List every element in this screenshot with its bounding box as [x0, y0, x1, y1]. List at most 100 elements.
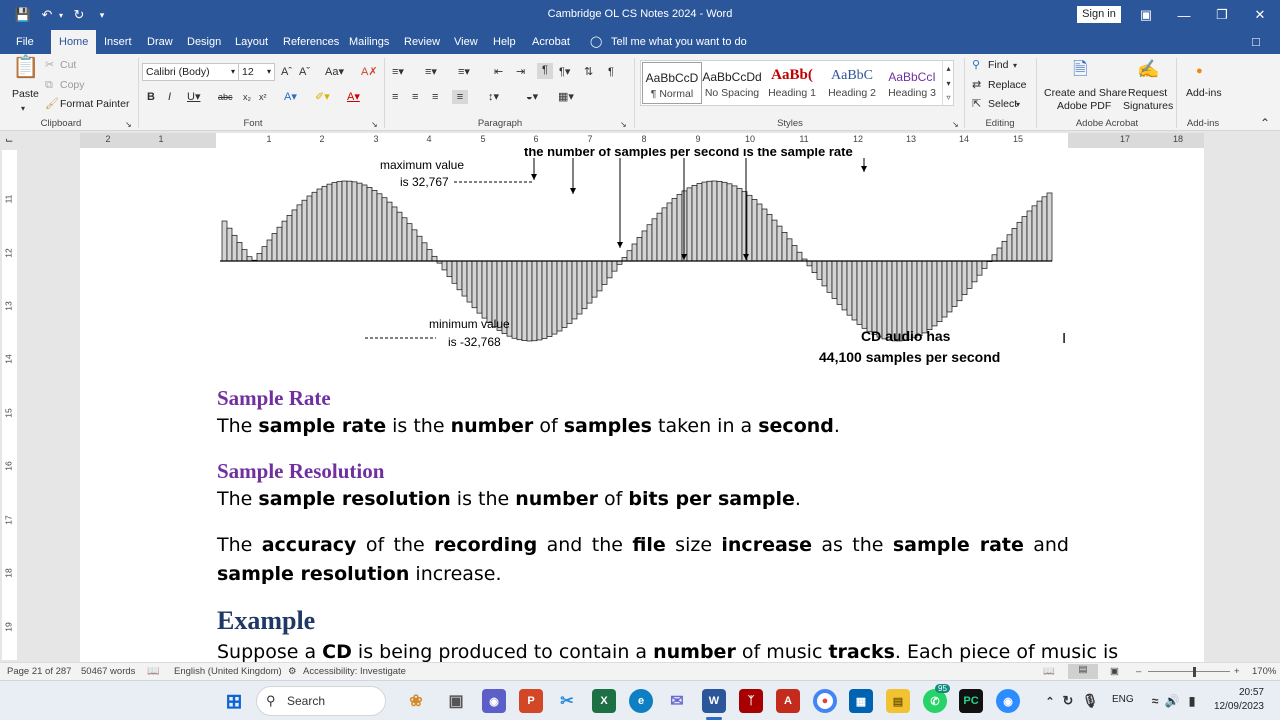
widget-art-icon[interactable]: ❀ — [396, 689, 436, 713]
decrease-indent-icon[interactable]: ⇤ — [494, 65, 503, 79]
style-heading-1[interactable]: AaBb(Heading 1 — [762, 62, 822, 104]
sort-icon[interactable]: ⇅ — [584, 65, 593, 79]
create-share-pdf-button[interactable]: Create and Share — [1044, 87, 1127, 99]
request-signatures-button-line2[interactable]: Signatures — [1123, 100, 1173, 112]
clear-formatting-icon[interactable]: A✗ — [361, 65, 378, 79]
tab-draw[interactable]: Draw — [147, 30, 173, 54]
tab-home[interactable]: Home — [51, 30, 97, 54]
find-dropdown-icon[interactable]: ▾ — [1013, 59, 1017, 73]
sign-in-button[interactable]: Sign in — [1077, 6, 1121, 23]
bullets-icon[interactable]: ≡▾ — [392, 65, 404, 79]
superscript-icon[interactable]: x² — [259, 90, 267, 104]
paste-button[interactable]: Paste — [12, 88, 39, 100]
styles-scroll-up-icon[interactable]: ▴ — [942, 61, 954, 76]
zoom-slider[interactable] — [1148, 671, 1230, 672]
select-dropdown-icon[interactable]: ▾ — [1016, 98, 1020, 112]
tell-me-search[interactable]: Tell me what you want to do — [611, 30, 747, 54]
increase-indent-icon[interactable]: ⇥ — [516, 65, 525, 79]
align-left-icon[interactable]: ≡ — [392, 90, 398, 104]
mail-icon[interactable]: ✉ — [665, 689, 689, 713]
cut-button[interactable]: Cut — [60, 59, 76, 71]
change-case-icon[interactable]: Aa▾ — [325, 65, 344, 79]
snipping-tool-icon[interactable]: ✂ — [555, 689, 579, 713]
acrobat-reader-icon[interactable]: ᛉ — [739, 689, 763, 713]
vertical-ruler[interactable]: 11 12 13 14 15 16 17 18 19 — [2, 150, 17, 660]
shrink-font-icon[interactable]: Aˇ — [299, 65, 310, 79]
multilevel-list-icon[interactable]: ≡▾ — [458, 65, 470, 79]
font-name-select[interactable]: Calibri (Body) ▾ — [142, 63, 239, 81]
file-explorer-icon[interactable]: ▤ — [886, 689, 910, 713]
redo-icon[interactable]: ↻ — [70, 0, 88, 30]
zoom-out-icon[interactable]: – — [1136, 666, 1141, 677]
styles-scroll-down-icon[interactable]: ▾ — [942, 76, 954, 91]
word-count[interactable]: 50467 words — [81, 666, 135, 677]
strikethrough-icon[interactable]: abc — [218, 90, 233, 104]
microphone-icon[interactable]: 🎙 — [1078, 689, 1102, 713]
italic-icon[interactable]: I — [168, 90, 171, 104]
zoom-level[interactable]: 170% — [1252, 666, 1276, 677]
comments-icon[interactable]: □ — [1252, 30, 1260, 54]
start-icon[interactable]: ⊞ — [222, 689, 246, 713]
onedrive-sync-icon[interactable]: ↻ — [1056, 689, 1080, 713]
close-button[interactable]: ✕ — [1242, 0, 1278, 30]
text-effects-icon[interactable]: A▾ — [284, 90, 297, 104]
customize-quick-access-icon[interactable]: ▾ — [96, 0, 108, 30]
style-heading-2[interactable]: AaBbC Heading 2 — [822, 62, 882, 104]
show-formatting-icon[interactable]: ¶ — [608, 65, 614, 79]
bold-icon[interactable]: B — [147, 90, 155, 104]
ribbon-display-options-icon[interactable]: ▣ — [1128, 0, 1164, 30]
tab-references[interactable]: References — [283, 30, 339, 54]
read-mode-icon[interactable]: 📖 — [1043, 666, 1055, 677]
maximize-button[interactable]: ❐ — [1204, 0, 1240, 30]
save-icon[interactable]: 💾 — [12, 0, 34, 30]
tab-review[interactable]: Review — [404, 30, 440, 54]
battery-icon[interactable]: ▮ — [1180, 689, 1204, 713]
document-page[interactable]: the number of samples per second is the … — [80, 148, 1204, 662]
zoom-slider-thumb[interactable] — [1193, 667, 1196, 677]
input-language[interactable]: ENG — [1112, 694, 1134, 705]
styles-more-icon[interactable]: ▿ — [942, 91, 954, 105]
word-icon[interactable]: W — [702, 689, 726, 713]
excel-icon[interactable]: X — [592, 689, 616, 713]
paragraph-launcher-icon[interactable]: ↘ — [620, 118, 627, 132]
horizontal-ruler[interactable]: 2 1 1 2 3 4 5 6 7 8 9 10 11 12 13 14 15 17 18 — [80, 133, 1204, 148]
paste-dropdown-icon[interactable]: ▾ — [21, 102, 25, 116]
proofing-icon[interactable]: 📖 — [147, 666, 159, 677]
minimize-button[interactable]: — — [1166, 0, 1202, 30]
style-heading-3[interactable]: AaBbCcI Heading 3 — [882, 62, 942, 104]
style-no-spacing[interactable]: AaBbCcDd No Spacing — [702, 62, 762, 104]
tab-view[interactable]: View — [454, 30, 478, 54]
ltr-icon[interactable]: ¶ — [537, 63, 553, 79]
subscript-icon[interactable]: x₂ — [243, 90, 251, 104]
task-view-icon[interactable]: ▣ — [444, 689, 468, 713]
style-normal[interactable]: AaBbCcD ¶ Normal — [642, 62, 702, 104]
collapse-ribbon-icon[interactable]: ⌃ — [1260, 116, 1270, 130]
teams-icon[interactable]: ◉ — [482, 689, 506, 713]
taskbar-search[interactable]: ⚲ Search — [256, 686, 386, 716]
tab-selector-icon[interactable]: ⌙ — [5, 134, 13, 148]
copy-button[interactable]: Copy — [60, 79, 85, 91]
store-icon[interactable]: ▦ — [849, 689, 873, 713]
tab-acrobat[interactable]: Acrobat — [532, 30, 570, 54]
format-painter-button[interactable]: Format Painter — [60, 98, 129, 110]
create-share-pdf-button-line2[interactable]: Adobe PDF — [1057, 100, 1111, 112]
rtl-icon[interactable]: ¶▾ — [559, 65, 570, 79]
highlight-icon[interactable]: ✐▾ — [315, 90, 330, 104]
font-launcher-icon[interactable]: ↘ — [371, 118, 378, 132]
zoom-app-icon[interactable]: ◉ — [996, 689, 1020, 713]
tab-insert[interactable]: Insert — [104, 30, 132, 54]
line-spacing-icon[interactable]: ↕▾ — [488, 90, 499, 104]
styles-launcher-icon[interactable]: ↘ — [952, 118, 959, 132]
language[interactable]: English (United Kingdom) — [174, 666, 282, 677]
borders-icon[interactable]: ▦▾ — [558, 90, 574, 104]
align-right-icon[interactable]: ≡ — [432, 90, 438, 104]
select-button[interactable]: Select — [988, 98, 1017, 110]
acrobat-icon[interactable]: A — [776, 689, 800, 713]
find-button[interactable]: Find — [988, 59, 1008, 71]
tab-mailings[interactable]: Mailings — [349, 30, 389, 54]
font-color-icon[interactable]: A▾ — [347, 90, 360, 104]
powerpoint-icon[interactable]: P — [519, 689, 543, 713]
tab-file[interactable]: File — [16, 30, 34, 54]
clock-time[interactable]: 20:57 — [1214, 687, 1264, 698]
request-signatures-button[interactable]: Request — [1128, 87, 1167, 99]
